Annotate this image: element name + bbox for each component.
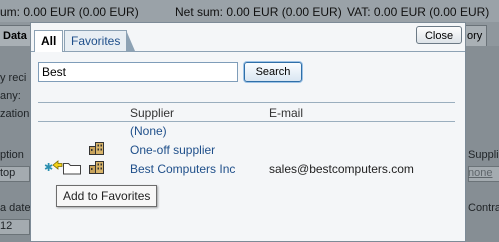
net-sum-text: Net sum: 0.00 EUR (0.00 EUR) — [175, 5, 342, 19]
bg-label: 12 — [0, 220, 13, 232]
close-button[interactable]: Close — [416, 26, 462, 44]
supplier-name[interactable]: Best Computers Inc — [130, 162, 235, 176]
tab-favorites[interactable]: Favorites — [64, 30, 136, 51]
bg-label: a date — [0, 202, 31, 214]
bg-label: any: — [0, 90, 21, 102]
table-row[interactable]: ✱ Best Computers Inc sales@bestcomputers… — [38, 159, 455, 178]
bg-label: y reci — [0, 72, 27, 84]
supplier-picker-dialog: All Favorites Close Search Supplier E-ma… — [30, 22, 466, 242]
search-input[interactable] — [38, 62, 238, 82]
totals-bar: um: 0.00 EUR (0.00 EUR) Net sum: 0.00 EU… — [0, 0, 499, 22]
add-to-favorites-tooltip: Add to Favorites — [56, 185, 158, 207]
background-tab-data: Data — [0, 25, 32, 46]
table-header: Supplier E-mail — [38, 102, 455, 122]
add-to-favorites-folder-icon[interactable] — [52, 159, 82, 175]
dialog-tabstrip: All Favorites Close — [31, 23, 465, 52]
building-icon — [89, 161, 104, 174]
bg-label: none — [468, 167, 493, 179]
supplier-name[interactable]: One-off supplier — [130, 143, 215, 157]
search-button[interactable]: Search — [244, 62, 302, 82]
bg-label: ption — [0, 149, 24, 161]
column-header-supplier: Supplier — [130, 106, 175, 120]
bg-label: top — [0, 167, 16, 179]
bg-label: zation — [0, 108, 30, 120]
background-right-column: Supplie none Contra — [466, 46, 499, 242]
sum-text: um: 0.00 EUR (0.00 EUR) — [0, 5, 139, 19]
supplier-name[interactable]: (None) — [130, 124, 167, 138]
bg-label: Contra — [468, 202, 499, 214]
column-header-email: E-mail — [269, 106, 304, 120]
tab-all[interactable]: All — [34, 30, 64, 52]
table-row[interactable]: (None) — [38, 121, 455, 140]
background-left-column: y reci any: zation ption top a date 12 — [0, 46, 31, 242]
table-row[interactable]: One-off supplier — [38, 140, 455, 159]
supplier-email: sales@bestcomputers.com — [269, 162, 414, 176]
vat-text: VAT: 0.00 EUR (0.00 EUR) — [347, 5, 490, 19]
results-panel: Search Supplier E-mail (None) — [31, 52, 465, 241]
bg-label: Supplie — [468, 149, 499, 161]
building-icon — [89, 142, 104, 155]
